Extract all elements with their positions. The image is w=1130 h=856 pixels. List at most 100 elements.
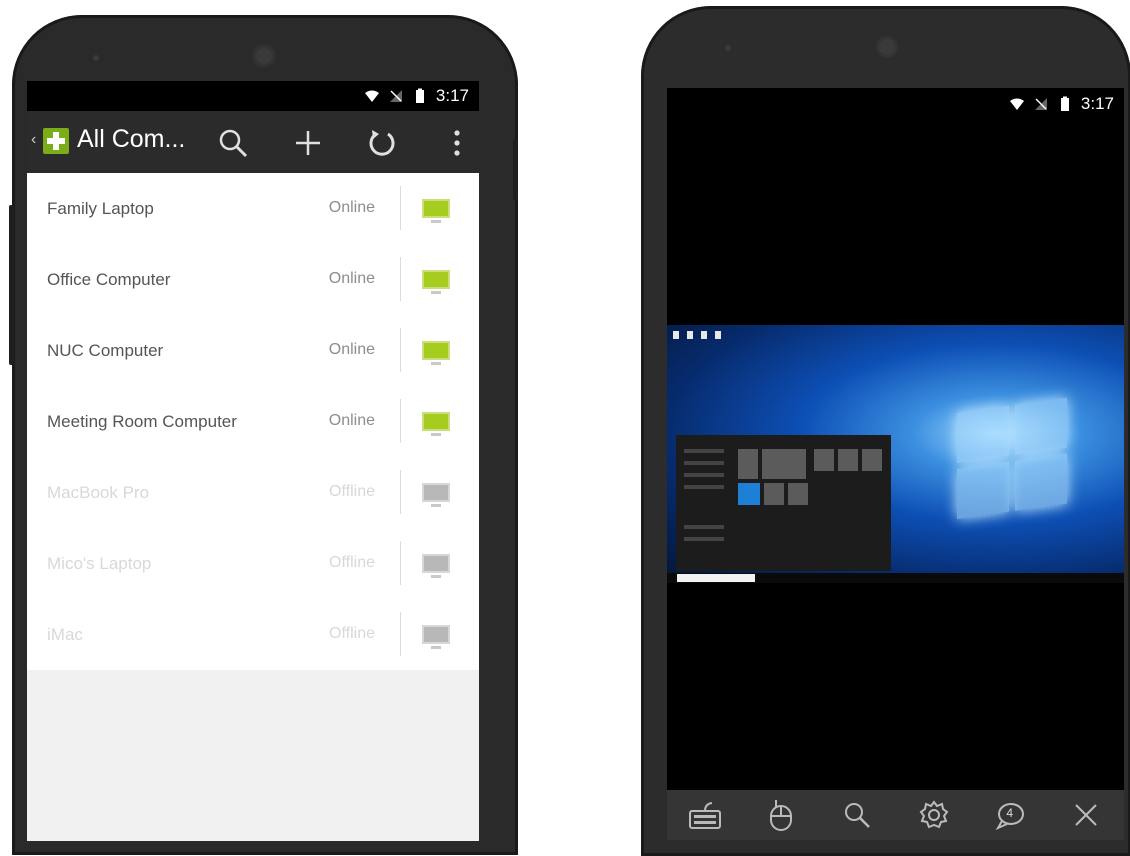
back-chevron-icon[interactable]: ‹ <box>31 131 36 149</box>
start-menu[interactable] <box>676 435 891 571</box>
computer-list: Family Laptop Online Office Computer Onl… <box>27 173 479 670</box>
desktop-icon[interactable] <box>715 331 721 339</box>
refresh-button[interactable] <box>362 123 402 163</box>
start-tile[interactable] <box>762 449 806 479</box>
computer-status: Online <box>328 341 375 358</box>
start-app-list[interactable] <box>684 537 724 541</box>
right-phone-camera <box>876 36 898 58</box>
computer-name: Mico's Laptop <box>47 554 152 573</box>
overflow-menu-icon <box>454 130 460 156</box>
monitor-online-icon[interactable] <box>422 412 450 436</box>
divider <box>400 612 401 656</box>
status-time: 3:17 <box>1080 94 1114 113</box>
computer-status: Offline <box>329 554 375 571</box>
status-bar: 3:17 <box>27 81 479 111</box>
zoom-icon <box>845 803 871 828</box>
close-icon <box>1075 804 1097 826</box>
monitor-online-icon[interactable] <box>422 199 450 223</box>
windows-taskbar[interactable] <box>667 573 1124 583</box>
computer-status: Online <box>328 199 375 216</box>
monitor-offline-icon[interactable] <box>422 554 450 578</box>
status-time: 3:17 <box>435 86 469 105</box>
computer-row-imac[interactable]: iMac Offline <box>27 599 479 670</box>
monitor-offline-icon[interactable] <box>422 625 450 649</box>
windows-logo-wallpaper <box>957 397 1072 523</box>
divider <box>400 328 401 372</box>
computer-status: Offline <box>329 625 375 642</box>
computer-name: MacBook Pro <box>47 483 150 502</box>
no-signal-icon <box>389 90 402 102</box>
divider <box>400 186 401 230</box>
start-tile[interactable] <box>862 449 882 471</box>
monitor-offline-icon[interactable] <box>422 483 450 507</box>
computer-name: NUC Computer <box>47 341 164 360</box>
computer-name: Meeting Room Computer <box>47 412 237 431</box>
left-phone-sensor <box>93 55 99 61</box>
computer-status: Online <box>328 412 375 429</box>
mouse-button[interactable] <box>761 795 801 835</box>
taskbar-search-box[interactable] <box>677 574 755 582</box>
start-tile[interactable] <box>814 449 834 471</box>
start-tile[interactable] <box>764 483 784 505</box>
computer-list-screen: 3:17 ‹ All Com... Family Laptop Online O… <box>27 81 479 841</box>
computer-row-meeting-room-computer[interactable]: Meeting Room Computer Online <box>27 386 479 457</box>
page-title: All Com... <box>77 125 186 153</box>
divider <box>400 470 401 514</box>
computer-row-nuc-computer[interactable]: NUC Computer Online <box>27 315 479 386</box>
start-app-list[interactable] <box>684 461 724 465</box>
computer-name: Family Laptop <box>47 199 154 218</box>
settings-button[interactable] <box>914 795 954 835</box>
divider <box>400 399 401 443</box>
remote-toolbar: 4 <box>667 790 1124 840</box>
search-button[interactable] <box>213 123 253 163</box>
app-bar: ‹ All Com... <box>27 111 479 173</box>
computer-row-office-computer[interactable]: Office Computer Online <box>27 244 479 315</box>
desktop-icon[interactable] <box>673 331 679 339</box>
computer-name: Office Computer <box>47 270 171 289</box>
computer-status: Online <box>328 270 375 287</box>
computer-row-macbook-pro[interactable]: MacBook Pro Offline <box>27 457 479 528</box>
monitor-online-icon[interactable] <box>422 341 450 365</box>
desktop-icon[interactable] <box>701 331 707 339</box>
computer-name: iMac <box>47 625 83 644</box>
start-tile[interactable] <box>838 449 858 471</box>
wifi-icon <box>364 90 379 102</box>
close-button[interactable] <box>1066 795 1106 835</box>
computer-row-micos-laptop[interactable]: Mico's Laptop Offline <box>27 528 479 599</box>
left-phone-power-button <box>513 140 518 200</box>
left-phone-volume-button <box>9 205 14 365</box>
search-icon <box>219 129 248 158</box>
refresh-icon <box>369 130 395 156</box>
monitor-online-icon[interactable] <box>422 270 450 294</box>
wifi-icon <box>1009 98 1024 110</box>
battery-icon <box>415 88 424 103</box>
start-tile[interactable] <box>738 483 760 505</box>
start-app-list[interactable] <box>684 525 724 529</box>
settings-icon <box>919 800 948 829</box>
start-app-list[interactable] <box>684 449 724 453</box>
chat-button[interactable]: 4 <box>990 795 1030 835</box>
no-signal-icon <box>1034 98 1047 110</box>
app-logo-icon[interactable] <box>43 128 69 154</box>
computer-row-family-laptop[interactable]: Family Laptop Online <box>27 173 479 244</box>
status-bar: 3:17 <box>1009 94 1114 114</box>
right-phone-sensor <box>725 45 731 51</box>
overflow-menu-button[interactable] <box>437 123 477 163</box>
divider <box>400 541 401 585</box>
add-icon <box>296 131 320 155</box>
battery-icon <box>1060 96 1069 111</box>
desktop-icon[interactable] <box>687 331 693 339</box>
remote-control-screen: 3:17 4 <box>667 88 1124 840</box>
start-tile[interactable] <box>738 449 758 479</box>
add-computer-button[interactable] <box>288 123 328 163</box>
keyboard-icon <box>689 802 722 829</box>
start-app-list[interactable] <box>684 485 724 489</box>
keyboard-button[interactable] <box>685 795 725 835</box>
remote-desktop-view[interactable] <box>667 325 1124 583</box>
zoom-button[interactable] <box>837 795 877 835</box>
chat-badge: 4 <box>1006 806 1014 820</box>
divider <box>400 257 401 301</box>
start-app-list[interactable] <box>684 473 724 477</box>
start-tile[interactable] <box>788 483 808 505</box>
mouse-icon <box>770 800 793 831</box>
